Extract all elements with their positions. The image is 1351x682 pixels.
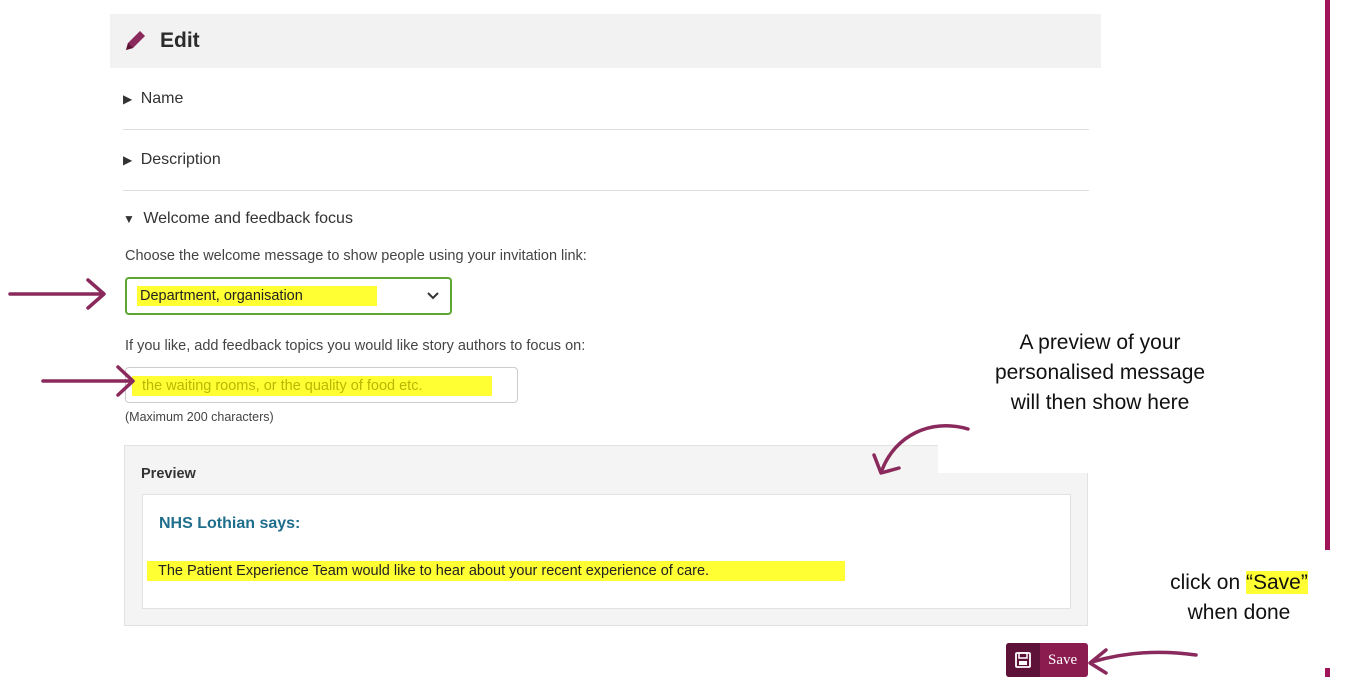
arrow-to-select-icon bbox=[8, 278, 106, 310]
annotation-arrows bbox=[8, 278, 1198, 675]
arrow-to-save-icon bbox=[1088, 648, 1198, 675]
arrow-to-preview-icon bbox=[872, 424, 970, 475]
arrow-to-topics-icon bbox=[41, 365, 135, 397]
